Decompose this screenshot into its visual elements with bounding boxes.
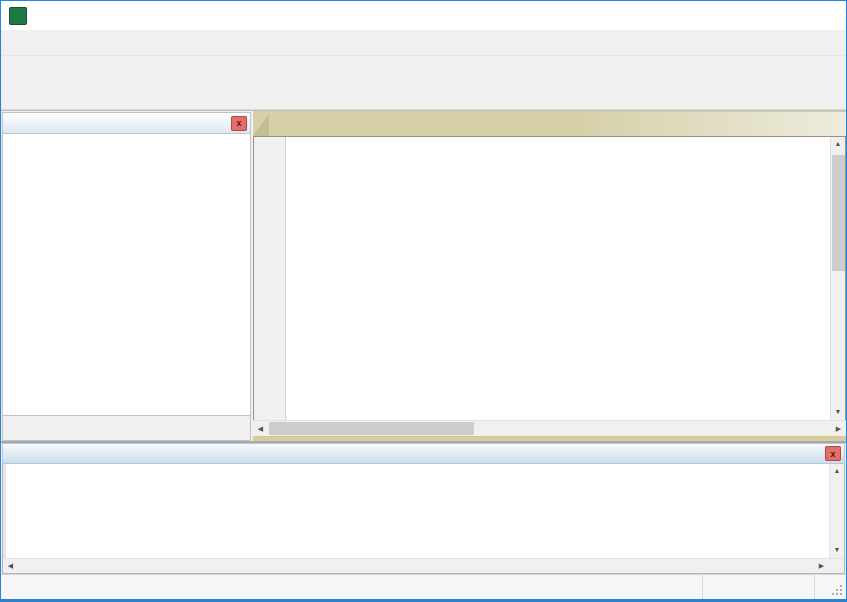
- code-text[interactable]: [299, 137, 830, 420]
- close-build-output-button[interactable]: x: [825, 446, 841, 461]
- build-toolbar: [1, 83, 846, 110]
- scroll-down-icon[interactable]: ▼: [831, 405, 845, 420]
- scroll-up-icon[interactable]: ▲: [831, 137, 845, 152]
- status-simulation: [702, 575, 814, 599]
- uvision-window: x ▲ ▼ ◀ ▶: [0, 0, 847, 602]
- scroll-left-icon[interactable]: ◀: [253, 421, 268, 436]
- scroll-down-icon[interactable]: ▼: [830, 543, 844, 558]
- tabbar-wedge: [253, 114, 269, 136]
- pin-icon[interactable]: [806, 446, 820, 461]
- document-tab-bar: [253, 112, 846, 136]
- scroll-left-icon[interactable]: ◀: [3, 559, 18, 574]
- scroll-right-icon[interactable]: ▶: [831, 421, 846, 436]
- app-icon: [9, 7, 27, 25]
- editor-hscroll-thumb[interactable]: [269, 422, 474, 435]
- scroll-up-icon[interactable]: ▲: [830, 464, 844, 479]
- build-output-header: x: [2, 443, 845, 464]
- file-toolbar: [1, 55, 846, 83]
- status-message-area: [1, 575, 702, 599]
- project-tree: [2, 134, 251, 416]
- editor-horizontal-scrollbar[interactable]: ◀ ▶: [253, 420, 846, 436]
- status-bar: [1, 574, 846, 599]
- pin-icon[interactable]: [212, 116, 226, 131]
- build-output-vertical-scrollbar[interactable]: ▲ ▼: [829, 464, 844, 558]
- build-output-horizontal-scrollbar[interactable]: ◀ ▶: [3, 558, 829, 573]
- scrollbar-corner: [829, 558, 844, 573]
- line-number-gutter: [254, 137, 286, 420]
- editor-vscroll-thumb[interactable]: [832, 155, 845, 271]
- title-bar: [1, 1, 846, 30]
- close-project-panel-button[interactable]: x: [231, 116, 247, 131]
- build-output-text[interactable]: [3, 464, 829, 558]
- project-panel: x: [1, 111, 251, 441]
- project-panel-tabs: [2, 416, 251, 441]
- editor-area: ▲ ▼ ◀ ▶: [253, 111, 846, 441]
- code-view: ▲ ▼: [253, 136, 846, 420]
- scroll-right-icon[interactable]: ▶: [814, 559, 829, 574]
- menu-bar: [1, 30, 846, 55]
- resize-grip[interactable]: [814, 575, 846, 599]
- editor-vertical-scrollbar[interactable]: ▲ ▼: [830, 137, 845, 420]
- project-panel-header: x: [2, 112, 251, 134]
- fold-margin: [286, 137, 299, 420]
- build-output-panel: x ▲ ▼ ◀ ▶: [1, 441, 846, 574]
